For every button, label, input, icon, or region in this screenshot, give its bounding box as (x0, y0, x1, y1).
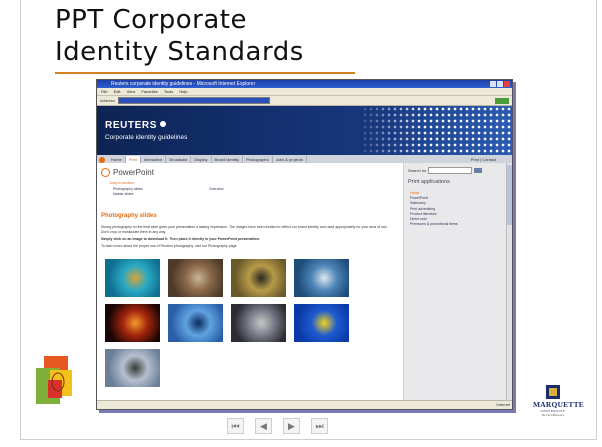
print-contact-link[interactable]: Print | Contact (471, 157, 496, 162)
nav-tab-brand-identity[interactable]: Brand identity (212, 156, 243, 163)
photo-thumbnail-cyclists[interactable] (230, 303, 287, 343)
sidebar: Search for Print applications Home Power… (403, 163, 510, 409)
main-content: PowerPoint Jump to section: Photography … (97, 163, 403, 409)
jump-links: Photography slides Master slides (113, 187, 143, 197)
photo-thumbnail-lights[interactable] (104, 303, 161, 343)
first-slide-button[interactable]: ⏮ (227, 418, 244, 434)
site-subtitle: Corporate identity guidelines (105, 134, 188, 141)
search-button[interactable] (474, 168, 483, 173)
browser-title-bar: Reuters corporate identity guidelines - … (97, 80, 512, 88)
close-icon[interactable] (504, 81, 510, 87)
menu-tools[interactable]: Tools (164, 89, 173, 94)
menu-view[interactable]: View (127, 89, 136, 94)
scrollbar-thumb[interactable] (507, 165, 512, 225)
section-body: Strong photography on the final slide gi… (101, 225, 391, 249)
nav-tab-interactive[interactable]: Interactive (141, 156, 167, 163)
photo-thumbnail-diver[interactable] (104, 258, 161, 298)
marquette-shield-icon (546, 385, 560, 399)
address-label: Address (100, 98, 115, 103)
reuters-logo[interactable]: REUTERS (105, 120, 166, 131)
photo-thumbnail-hay-bale[interactable] (167, 258, 224, 298)
slide-title: PPT Corporate Identity Standards (55, 4, 304, 68)
go-button[interactable] (495, 97, 509, 104)
next-slide-button[interactable]: ▶ (283, 418, 300, 434)
nav-tab-photographs[interactable]: Photographs (243, 156, 273, 163)
page-scrollbar[interactable] (506, 163, 512, 403)
nav-tab-jobs[interactable]: Jobs & projects (273, 156, 308, 163)
section-heading: Photography slides (101, 213, 157, 219)
jump-link-master[interactable]: Master slides (113, 192, 143, 197)
status-zone: Internet (496, 402, 510, 407)
reuters-sphere-icon (159, 121, 166, 127)
address-bar: Address (97, 96, 512, 106)
minimize-icon[interactable] (490, 81, 496, 87)
jump-label: Jump to section: (109, 181, 135, 185)
sidebar-link-premiums[interactable]: Premiums & promotional items (410, 222, 458, 227)
nav-tab-display[interactable]: Display (191, 156, 212, 163)
sidebar-links: Home PowerPoint Stationery Print adverti… (410, 191, 458, 227)
logo-block-red (48, 380, 62, 398)
nav-tab-broadcast[interactable]: Broadcast (166, 156, 192, 163)
menu-help[interactable]: Help (179, 89, 187, 94)
last-slide-button[interactable]: ⏭ (311, 418, 328, 434)
photo-thumbnail-eu-flag[interactable] (293, 303, 350, 343)
photo-thumbnail-boats[interactable] (293, 258, 350, 298)
search-input[interactable] (428, 167, 473, 174)
body-paragraph-3: To learn more about the proper use of Re… (101, 244, 238, 248)
browser-status-bar: Internet (97, 400, 512, 409)
title-underline (55, 72, 355, 74)
sidebar-search: Search for (408, 167, 483, 174)
maximize-icon[interactable] (497, 81, 503, 87)
home-icon[interactable] (99, 156, 105, 163)
slide-navigation: ⏮ ◀ ▶ ⏭ (227, 418, 328, 434)
page-heading: PowerPoint (101, 168, 154, 177)
menu-favorites[interactable]: Favorites (141, 89, 157, 94)
fingerprint-logo (36, 356, 72, 404)
nav-tab-print[interactable]: Print (125, 156, 141, 163)
slide-title-line-2: Identity Standards (55, 37, 304, 67)
slide: PPT Corporate Identity Standards Reuters… (0, 0, 602, 447)
menu-edit[interactable]: Edit (114, 89, 121, 94)
photo-thumbnail-architecture[interactable] (167, 303, 224, 343)
browser-window-title: Reuters corporate identity guidelines - … (111, 81, 256, 87)
powerpoint-icon (101, 168, 110, 177)
previous-slide-button[interactable]: ◀ (255, 418, 272, 434)
address-input[interactable] (117, 97, 270, 104)
search-label: Search for (408, 168, 427, 173)
browser-screenshot: Reuters corporate identity guidelines - … (96, 79, 513, 410)
slide-title-line-1: PPT Corporate (55, 5, 247, 35)
window-controls (490, 81, 510, 87)
browser-menu-bar: File Edit View Favorites Tools Help (97, 88, 512, 96)
marquette-tagline: Be The Difference (541, 413, 565, 417)
nav-tab-home[interactable]: Home (108, 156, 126, 163)
body-paragraph-1: Strong photography on the final slide gi… (101, 225, 388, 234)
page-title: PowerPoint (113, 168, 154, 177)
marquette-logo: MARQUETTE UNIVERSITY Be The Difference (533, 385, 584, 417)
photo-thumbnail-landscape[interactable] (104, 348, 161, 388)
site-banner: REUTERS Corporate identity guidelines (97, 106, 512, 155)
sidebar-heading: Print applications (408, 179, 450, 185)
body-paragraph-2: Simply click on an image to download it.… (101, 237, 260, 241)
photo-thumbnail-field[interactable] (230, 258, 287, 298)
jump-link-overview[interactable]: Overview (209, 187, 224, 191)
menu-file[interactable]: File (101, 89, 107, 94)
marquette-name: MARQUETTE (533, 400, 584, 409)
